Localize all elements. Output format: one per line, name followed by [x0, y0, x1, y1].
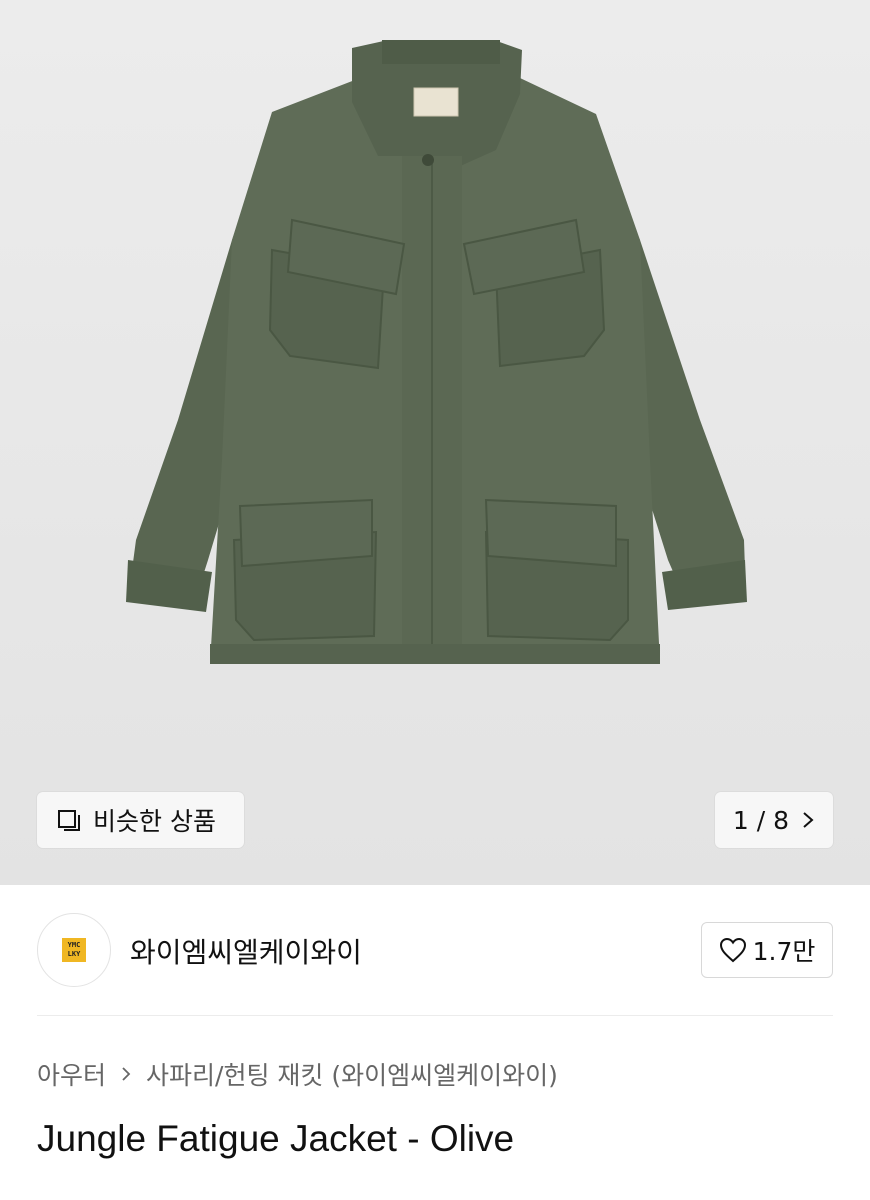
brand-logo-mark: YMC LKY	[62, 938, 86, 962]
brand-name[interactable]: 와이엠씨엘케이와이	[130, 931, 362, 971]
breadcrumb-category[interactable]: 아우터	[37, 1056, 106, 1092]
brand-logo[interactable]: YMC LKY	[37, 913, 111, 987]
like-button[interactable]: 1.7만	[701, 922, 833, 978]
chevron-right-icon	[803, 812, 814, 828]
product-title: Jungle Fatigue Jacket - Olive	[37, 1118, 515, 1159]
like-count: 1.7만	[752, 937, 816, 966]
similar-items-button[interactable]: 비슷한 상품	[37, 792, 244, 848]
breadcrumb-subcategory[interactable]: 사파리/헌팅 재킷 (와이엠씨엘케이와이)	[146, 1056, 558, 1092]
similar-items-label: 비슷한 상품	[93, 807, 216, 836]
image-pager-button[interactable]: 1 / 8	[715, 792, 833, 848]
product-image-area[interactable]: 비슷한 상품 1 / 8	[0, 0, 870, 885]
brand-row: YMC LKY 와이엠씨엘케이와이 1.7만	[37, 913, 833, 987]
product-image	[126, 40, 747, 664]
image-pager-count: 1 / 8	[732, 805, 790, 835]
similar-items-icon	[58, 810, 80, 831]
breadcrumb: 아우터 사파리/헌팅 재킷 (와이엠씨엘케이와이)	[37, 1056, 558, 1092]
chevron-right-icon	[122, 1067, 131, 1081]
divider	[37, 1015, 833, 1016]
heart-outline-icon	[719, 937, 746, 963]
